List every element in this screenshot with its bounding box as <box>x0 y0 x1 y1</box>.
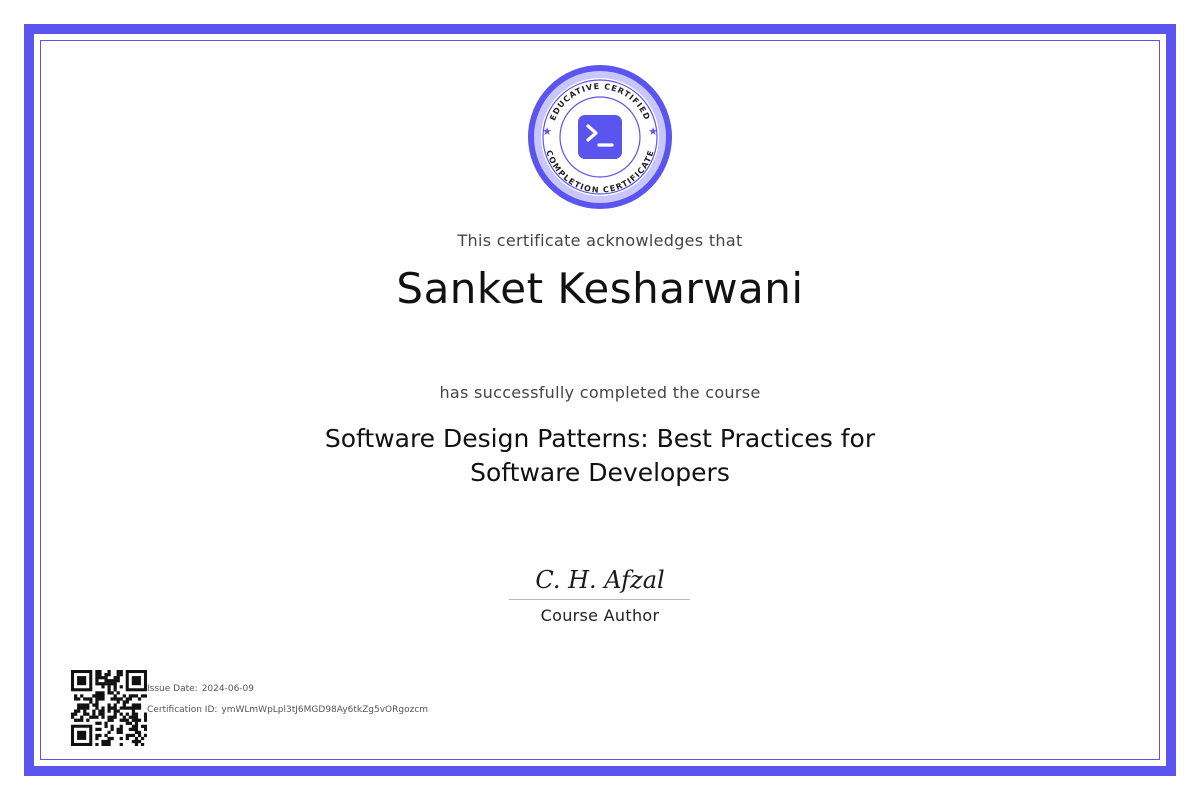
verification-qr-code[interactable] <box>71 670 147 746</box>
course-title: Software Design Patterns: Best Practices… <box>324 424 876 487</box>
seal-star-right-icon: ★ <box>648 125 658 138</box>
author-signature: C. H. Afzal <box>530 558 670 598</box>
certification-id-value: ymWLmWpLpl3tJ6MGD98Ay6tkZg5vORgozcm <box>221 705 429 715</box>
certified-seal: EDUCATIVE CERTIFIED COMPLETION CERTIFICA… <box>524 61 676 213</box>
issue-date-value: 2024-06-09 <box>201 684 254 694</box>
issue-date: Issue Date: 2024-06-09 <box>147 684 254 694</box>
terminal-prompt-icon <box>578 115 622 159</box>
certification-id: Certification ID: ymWLmWpLpl3tJ6MGD98Ay6t… <box>147 705 428 715</box>
recipient-name: Sanket Kesharwani <box>396 264 804 313</box>
signer-role: Course Author <box>540 606 660 625</box>
issue-date-label: Issue Date: <box>147 684 198 694</box>
signature-line <box>509 599 690 600</box>
signature-text: C. H. Afzal <box>535 566 664 594</box>
seal-star-left-icon: ★ <box>542 125 552 138</box>
completion-text: has successfully completed the course <box>439 383 761 402</box>
acknowledgement-text: This certificate acknowledges that <box>457 231 743 250</box>
certification-id-label: Certification ID: <box>147 705 218 715</box>
